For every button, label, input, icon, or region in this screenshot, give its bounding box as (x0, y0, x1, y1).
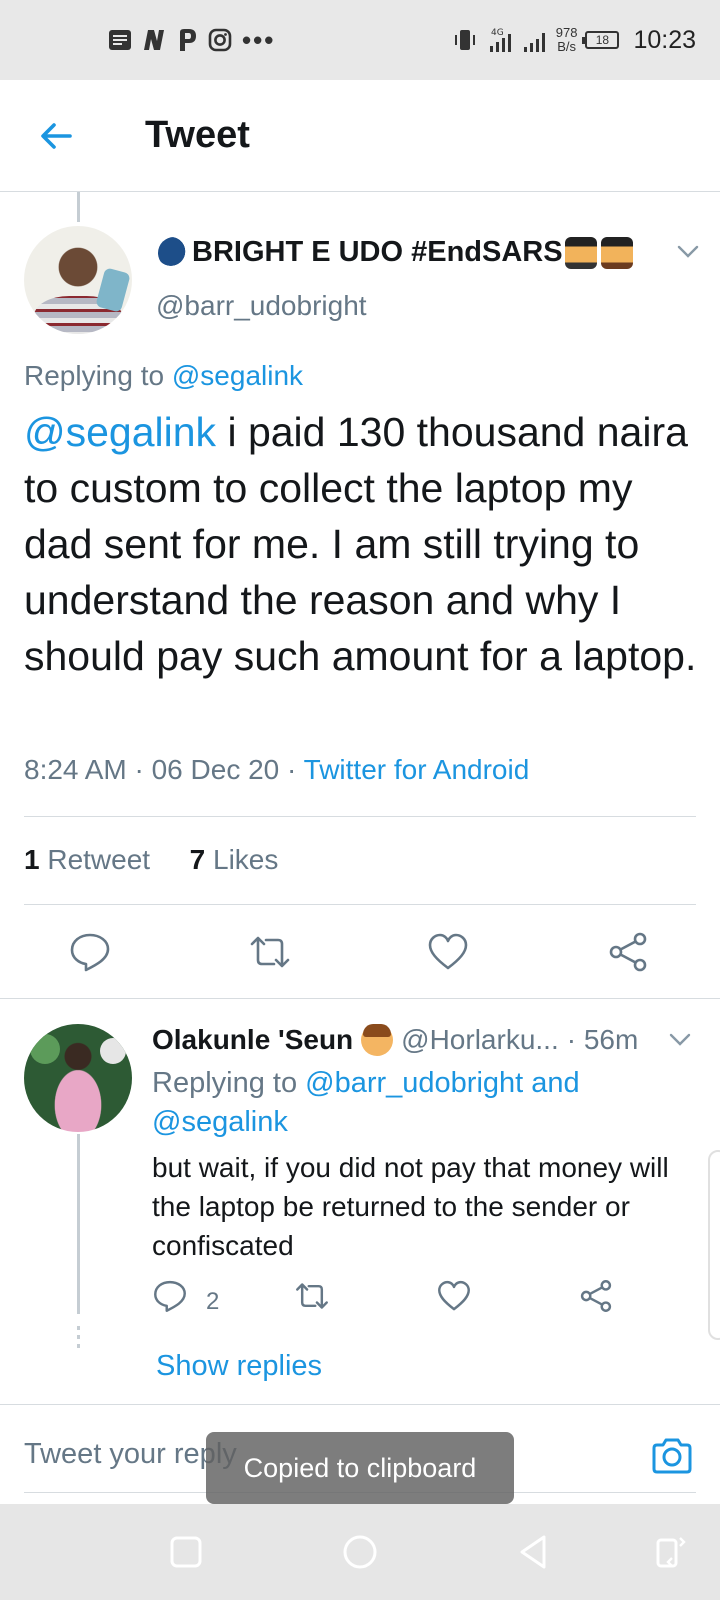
tweet-meta: 8:24 AM · 06 Dec 20 · Twitter for Androi… (24, 754, 529, 786)
system-nav-bar (0, 1504, 720, 1600)
reply-replying-label: Replying to (152, 1067, 306, 1099)
network-speed-value: 978 (555, 25, 578, 40)
home-icon[interactable] (340, 1532, 380, 1572)
tweet-stats: 1 Retweet 7 Likes (24, 844, 278, 876)
reply-text: but wait, if you did not pay that money … (152, 1152, 669, 1261)
replying-to-label: Replying to (24, 360, 165, 391)
avatar[interactable] (24, 226, 132, 334)
svg-text:4G: 4G (491, 28, 504, 38)
rotate-screen-icon[interactable] (648, 1532, 688, 1572)
reply-compose-input[interactable]: Tweet your reply (24, 1438, 237, 1471)
divider (24, 904, 696, 905)
notification-icons: ••• (108, 22, 275, 58)
chevron-down-icon[interactable] (668, 1032, 692, 1048)
back-nav-icon[interactable] (514, 1532, 554, 1572)
tweet-source[interactable]: Twitter for Android (304, 754, 530, 785)
clock: 10:23 (633, 25, 696, 54)
system-icons: 4G 978 B/s 18 10:23 (452, 20, 696, 60)
show-replies-link[interactable]: Show replies (156, 1350, 322, 1383)
reply-replying-to: Replying to @barr_udobright and @segalin… (152, 1064, 692, 1142)
reply-reply-count: 2 (206, 1288, 220, 1315)
share-icon[interactable] (606, 930, 650, 974)
thread-dots (77, 1326, 80, 1352)
network-speed-unit: B/s (557, 39, 576, 54)
reply-icon[interactable] (68, 930, 112, 974)
reply-icon[interactable] (152, 1278, 188, 1314)
retweet-count: 1 (24, 844, 40, 875)
reply-time: · 56m (566, 1024, 639, 1055)
like-count: 7 (189, 844, 206, 875)
reply-author-name: Olakunle 'Seun (152, 1024, 354, 1055)
chevron-down-icon[interactable] (676, 244, 700, 260)
like-heart-icon[interactable] (436, 1278, 472, 1314)
replying-to: Replying to @segalink (24, 360, 303, 392)
toast-message: Copied to clipboard (206, 1432, 514, 1504)
section-divider (0, 998, 720, 999)
p-app-icon (180, 29, 196, 51)
network-speed: 978 B/s (556, 26, 578, 54)
thread-line (77, 192, 80, 222)
graduate-man-emoji-icon (564, 236, 597, 269)
like-label[interactable]: Likes (213, 844, 278, 875)
status-bar: ••• 4G 978 B/s 18 10:23 (0, 0, 720, 80)
camera-icon[interactable] (650, 1436, 694, 1476)
like-heart-icon[interactable] (426, 930, 470, 974)
notes-icon (109, 30, 131, 50)
tweet-timestamp: 8:24 AM · 06 Dec 20 · (24, 754, 304, 785)
author-display-name: BRIGHT E UDO #EndSARS (192, 236, 563, 268)
edge-panel-handle[interactable] (708, 1150, 720, 1340)
tweet-text: @segalink i paid 130 thousand naira to c… (24, 404, 704, 684)
signal-4g-icon: 4G (489, 28, 511, 52)
retweet-icon[interactable] (248, 930, 292, 974)
reply-avatar[interactable] (24, 1024, 132, 1132)
compose-divider (0, 1404, 720, 1405)
app-header: Tweet (0, 80, 720, 192)
author-name-row[interactable]: BRIGHT E UDO #EndSARS (156, 236, 635, 269)
boy-emoji-icon (361, 1024, 394, 1056)
page-title: Tweet (145, 114, 250, 156)
replying-to-handle[interactable]: @segalink (172, 360, 303, 391)
share-icon[interactable] (578, 1278, 614, 1314)
instagram-icon (208, 28, 232, 52)
divider (24, 816, 696, 817)
tweet-mention[interactable]: @segalink (24, 409, 216, 455)
more-dots-icon: ••• (242, 24, 276, 55)
n-app-icon (144, 30, 164, 50)
vibrate-icon (454, 30, 475, 50)
signal-icon (523, 33, 545, 52)
speaking-head-emoji-icon (158, 236, 190, 269)
reply-author-handle: @Horlarku... (401, 1024, 559, 1055)
author-handle[interactable]: @barr_udobright (156, 290, 367, 322)
reply-header[interactable]: Olakunle 'Seun @Horlarku... · 56m (152, 1024, 638, 1056)
graduate-woman-emoji-icon (600, 236, 633, 269)
arrow-left-icon[interactable] (36, 116, 76, 156)
battery-icon: 18 (582, 31, 620, 49)
retweet-icon[interactable] (294, 1278, 330, 1314)
retweet-label[interactable]: Retweet (47, 844, 150, 875)
recent-apps-icon[interactable] (166, 1532, 206, 1572)
thread-line (77, 1134, 80, 1314)
